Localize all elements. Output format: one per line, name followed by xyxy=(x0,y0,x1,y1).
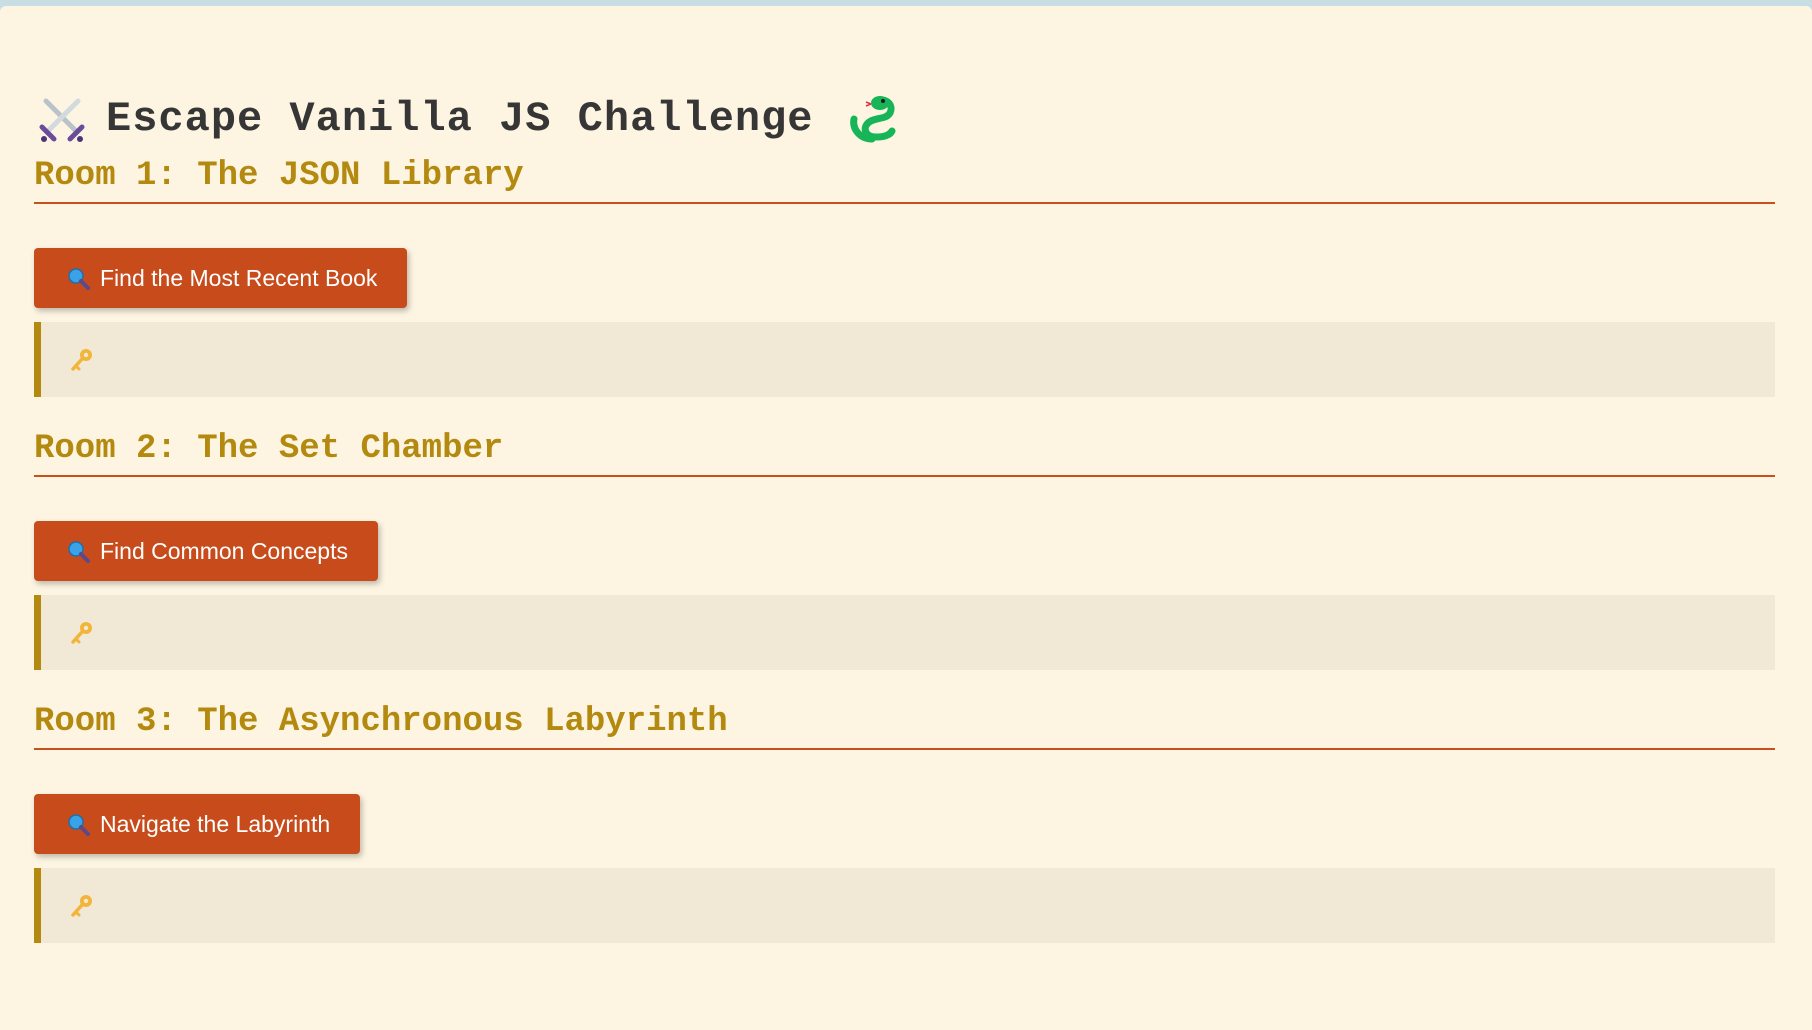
main-content: Escape Vanilla JS Challenge Room 1: The … xyxy=(34,84,1775,943)
magnifying-glass-icon xyxy=(66,812,90,836)
room-2-result xyxy=(34,595,1775,670)
room-1: Room 1: The JSON Library Find the Most R… xyxy=(34,154,1775,397)
room-3: Room 3: The Asynchronous Labyrinth Navig… xyxy=(34,700,1775,943)
room-2: Room 2: The Set Chamber Find Common Conc… xyxy=(34,427,1775,670)
find-common-concepts-button[interactable]: Find Common Concepts xyxy=(34,521,378,581)
key-icon xyxy=(69,347,95,373)
magnifying-glass-icon xyxy=(66,539,90,563)
magnifying-glass-icon xyxy=(66,266,90,290)
room-3-result xyxy=(34,868,1775,943)
room-2-title: Room 2: The Set Chamber xyxy=(34,427,1775,477)
room-1-title: Room 1: The JSON Library xyxy=(34,154,1775,204)
room-1-result xyxy=(34,322,1775,397)
page-title: Escape Vanilla JS Challenge xyxy=(34,84,1775,154)
page: Escape Vanilla JS Challenge Room 1: The … xyxy=(0,6,1812,1030)
room-3-title: Room 3: The Asynchronous Labyrinth xyxy=(34,700,1775,750)
key-icon xyxy=(69,620,95,646)
find-common-concepts-label: Find Common Concepts xyxy=(100,537,348,564)
navigate-labyrinth-label: Navigate the Labyrinth xyxy=(100,810,331,837)
snake-icon xyxy=(844,91,900,147)
find-most-recent-book-button[interactable]: Find the Most Recent Book xyxy=(34,248,408,308)
navigate-labyrinth-button[interactable]: Navigate the Labyrinth xyxy=(34,794,361,854)
page-title-text: Escape Vanilla JS Challenge xyxy=(106,95,814,143)
find-most-recent-book-label: Find the Most Recent Book xyxy=(100,264,378,291)
crossed-swords-icon xyxy=(34,91,90,147)
key-icon xyxy=(69,893,95,919)
